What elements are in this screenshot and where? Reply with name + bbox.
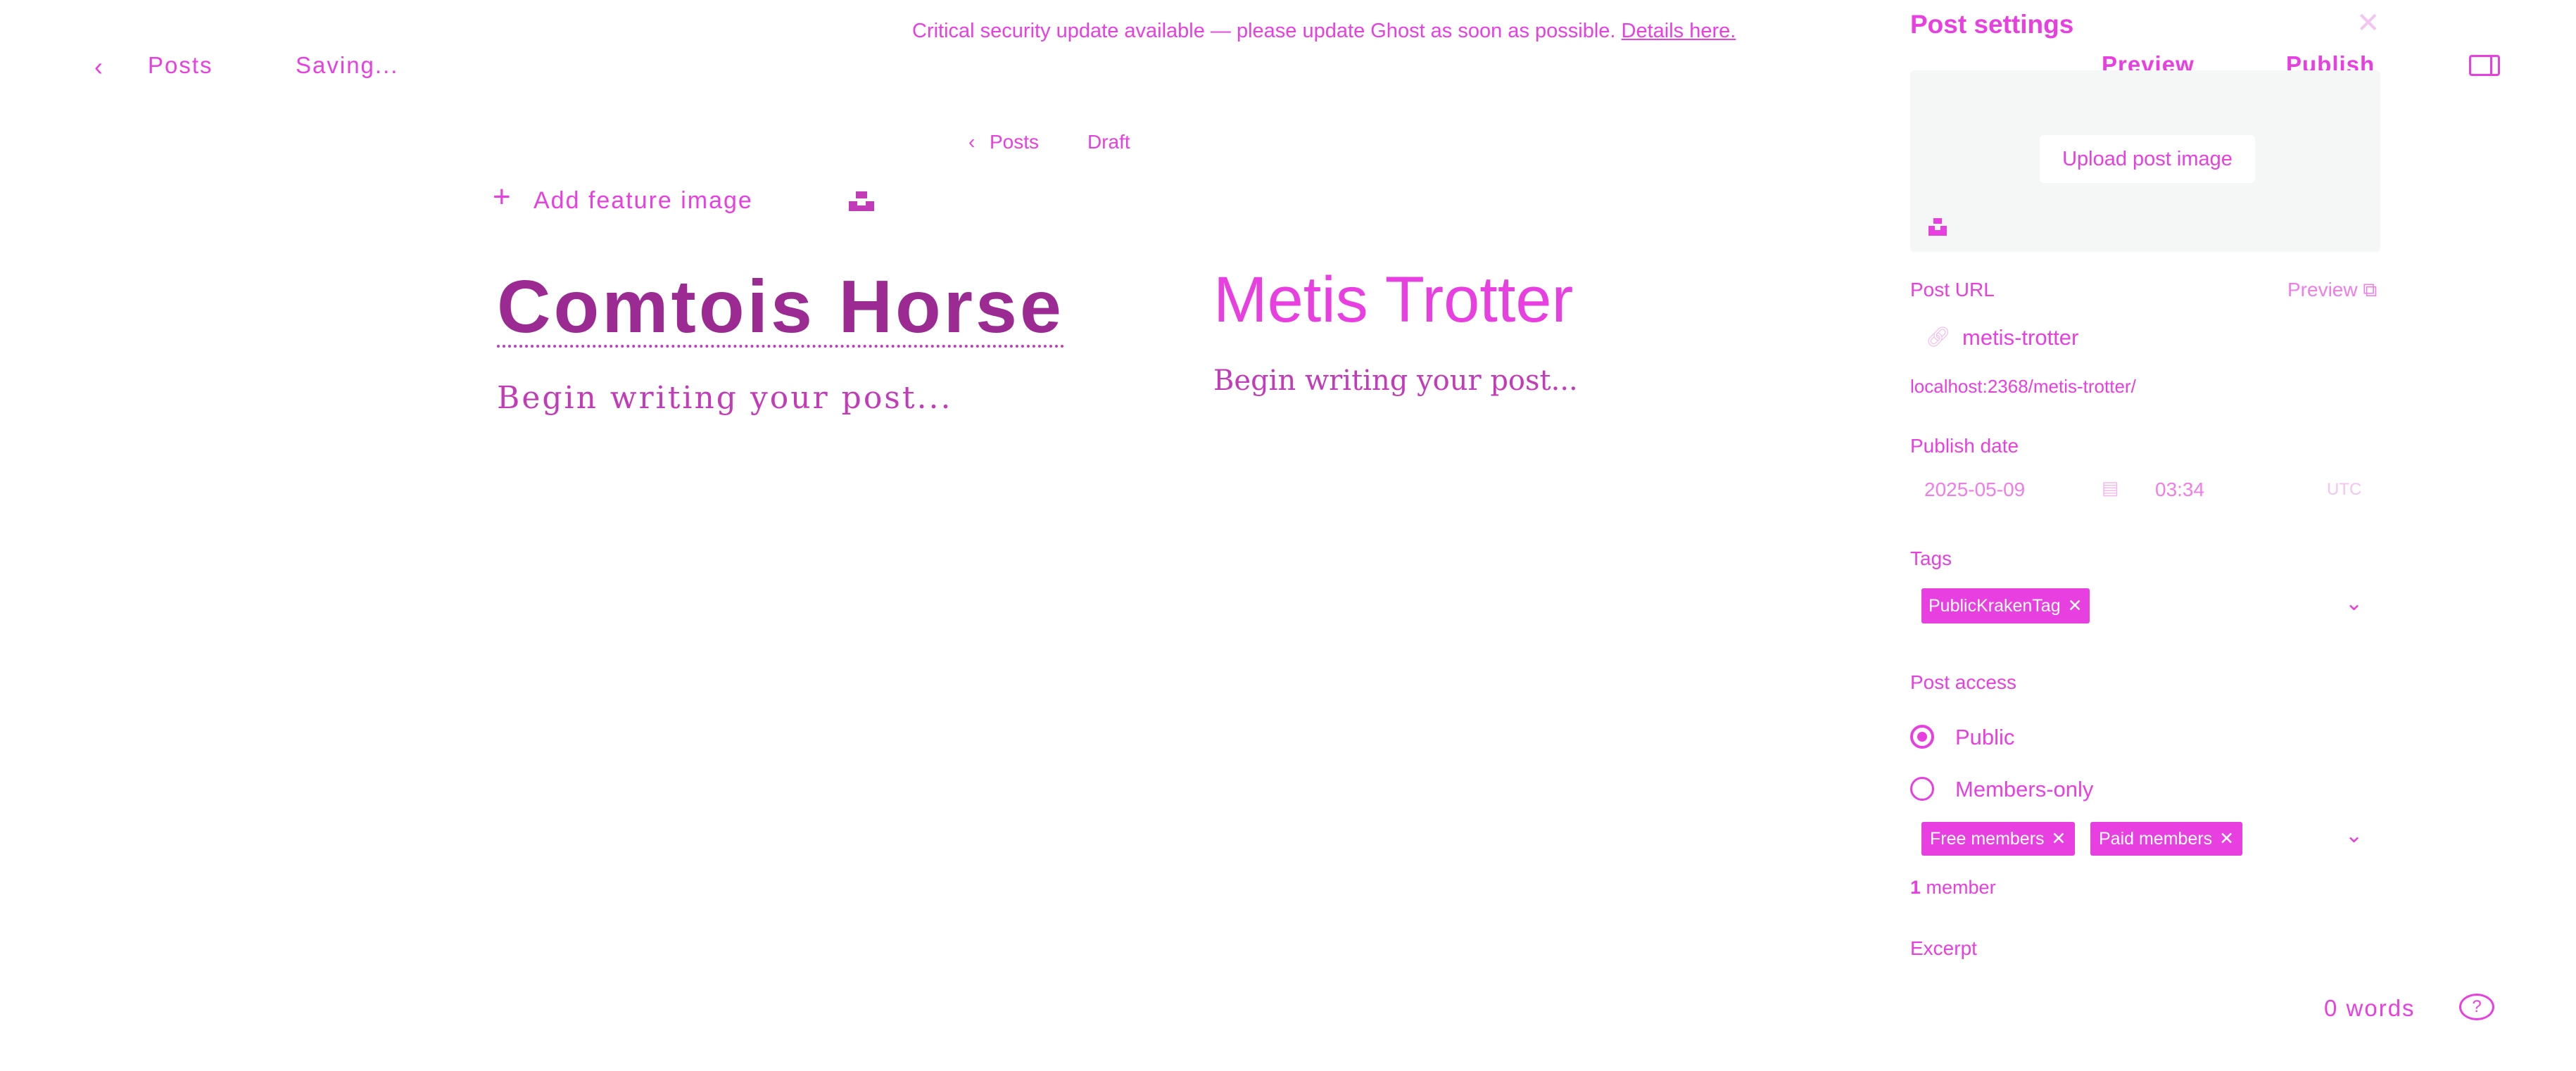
post-access-label: Post access (1910, 671, 2016, 693)
back-chevron-icon[interactable]: ‹ (94, 52, 103, 82)
remove-segment-icon[interactable]: ✕ (2219, 828, 2234, 849)
segment-chip-label: Paid members (2099, 828, 2213, 849)
add-feature-image-button[interactable]: Add feature image (533, 187, 753, 215)
help-icon[interactable]: ? (2459, 994, 2494, 1020)
word-count: 0 words (2324, 995, 2416, 1021)
post-url-slug[interactable]: metis-trotter (1962, 325, 2078, 350)
back-to-posts-link[interactable]: Posts (148, 52, 213, 79)
publish-time-input[interactable]: 03:34 (2155, 479, 2204, 501)
segment-chip-label: Free members (1930, 828, 2045, 849)
body-placeholder-previous: Begin writing your post... (497, 380, 953, 416)
post-title-previous: Comtois Horse (497, 265, 1064, 348)
post-settings-title: Post settings (1910, 10, 2074, 39)
link-icon: 🔗︎ (1926, 326, 1951, 348)
members-only-radio[interactable] (1910, 777, 1934, 801)
members-only-option-label[interactable]: Members-only (1955, 777, 2093, 802)
public-radio[interactable] (1910, 725, 1934, 749)
post-body-editor[interactable]: Begin writing your post... (1213, 365, 1578, 397)
tag-chip[interactable]: PublicKrakenTag ✕ (1921, 588, 2090, 623)
post-url-label: Post URL (1910, 279, 1995, 300)
chevron-down-icon[interactable]: ⌄ (2345, 823, 2363, 848)
sidebar-toggle-icon[interactable] (2469, 55, 2500, 76)
segment-chip-free[interactable]: Free members ✕ (1921, 822, 2075, 856)
unsplash-icon[interactable] (1927, 217, 1948, 238)
security-notice: Critical security update available — ple… (912, 20, 1736, 43)
unsplash-icon[interactable] (847, 190, 876, 213)
url-preview-link[interactable]: Preview ⧉ (2287, 279, 2377, 302)
plus-icon[interactable]: + (493, 182, 511, 213)
breadcrumb-posts-link[interactable]: Posts (990, 131, 1039, 153)
excerpt-label: Excerpt (1910, 937, 1977, 959)
post-url-full: localhost:2368/metis-trotter/ (1910, 376, 2136, 397)
calendar-icon[interactable]: ▤ (2102, 477, 2119, 499)
post-status: Draft (1087, 131, 1130, 153)
member-count: 1 member (1910, 877, 1996, 898)
security-details-link[interactable]: Details here. (1622, 20, 1736, 42)
remove-segment-icon[interactable]: ✕ (2052, 828, 2066, 849)
publish-date-input[interactable]: 2025-05-09 (1924, 479, 2025, 501)
chevron-down-icon[interactable]: ⌄ (2345, 591, 2363, 616)
post-title-input[interactable]: Metis Trotter (1213, 265, 1573, 335)
security-notice-text: Critical security update available — ple… (912, 20, 1616, 42)
tag-chip-label: PublicKrakenTag (1928, 595, 2061, 616)
tags-label: Tags (1910, 547, 1952, 569)
upload-post-image-button[interactable]: Upload post image (2040, 135, 2255, 183)
segment-chip-paid[interactable]: Paid members ✕ (2090, 822, 2243, 856)
remove-tag-icon[interactable]: ✕ (2068, 595, 2083, 616)
breadcrumb-chevron-icon: ‹ (968, 131, 976, 153)
timezone-label: UTC (2327, 480, 2362, 499)
public-option-label[interactable]: Public (1955, 725, 2014, 750)
save-status: Saving... (296, 52, 399, 78)
close-icon[interactable]: ✕ (2356, 7, 2380, 39)
publish-date-label: Publish date (1910, 435, 2019, 457)
